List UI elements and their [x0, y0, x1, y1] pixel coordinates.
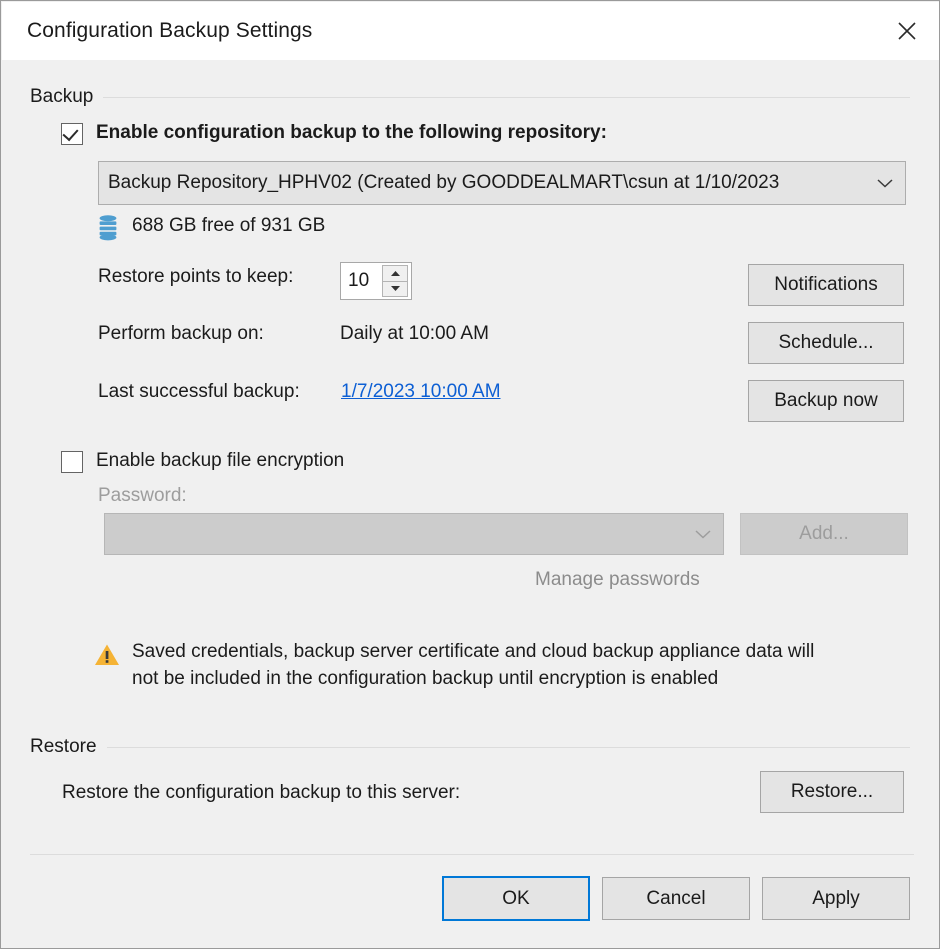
perform-backup-label: Perform backup on:	[98, 323, 264, 344]
stepper-buttons	[382, 265, 408, 297]
add-password-button[interactable]: Add...	[740, 513, 908, 555]
configuration-backup-settings-dialog: Configuration Backup Settings Backup Ena…	[0, 0, 940, 949]
backup-now-button[interactable]: Backup now	[748, 380, 904, 422]
caret-up-icon	[390, 270, 400, 276]
schedule-button[interactable]: Schedule...	[748, 322, 904, 364]
stepper-up-button[interactable]	[382, 265, 408, 282]
repository-capacity-text: 688 GB free of 931 GB	[132, 215, 326, 236]
stepper-down-button[interactable]	[382, 281, 408, 297]
apply-button[interactable]: Apply	[762, 877, 910, 920]
password-label: Password:	[98, 485, 187, 506]
footer-divider	[30, 854, 914, 855]
backup-group-label: Backup	[30, 86, 94, 107]
last-backup-label: Last successful backup:	[98, 381, 300, 402]
enable-backup-label: Enable configuration backup to the follo…	[96, 122, 607, 143]
chevron-down-icon	[865, 177, 905, 189]
repository-combobox-value: Backup Repository_HPHV02 (Created by GOO…	[108, 172, 780, 193]
dialog-body: Backup Enable configuration backup to th…	[2, 60, 939, 948]
perform-backup-value: Daily at 10:00 AM	[340, 323, 489, 344]
close-button[interactable]	[874, 2, 939, 60]
dialog-title: Configuration Backup Settings	[27, 19, 313, 42]
ok-button[interactable]: OK	[442, 876, 590, 921]
enable-backup-checkbox[interactable]	[61, 123, 83, 145]
group-divider	[103, 96, 910, 98]
last-backup-link[interactable]: 1/7/2023 10:00 AM	[341, 381, 501, 403]
enable-encryption-label: Enable backup file encryption	[96, 450, 345, 471]
restore-group-label: Restore	[30, 736, 97, 757]
restore-description: Restore the configuration backup to this…	[62, 782, 461, 803]
backup-group-header: Backup	[30, 86, 910, 108]
manage-passwords-link[interactable]: Manage passwords	[535, 569, 700, 591]
enable-encryption-checkbox[interactable]	[61, 451, 83, 473]
repository-disk-icon	[98, 215, 118, 241]
repository-combobox[interactable]: Backup Repository_HPHV02 (Created by GOO…	[98, 161, 906, 205]
restore-group-header: Restore	[30, 736, 910, 758]
password-combobox[interactable]	[104, 513, 724, 555]
restore-points-label: Restore points to keep:	[98, 266, 294, 287]
restore-points-stepper[interactable]: 10	[340, 262, 412, 300]
group-divider	[106, 746, 910, 748]
restore-button[interactable]: Restore...	[760, 771, 904, 813]
warning-message: Saved credentials, backup server certifi…	[132, 641, 815, 689]
restore-points-value[interactable]: 10	[341, 263, 382, 299]
close-icon	[896, 20, 918, 42]
title-bar: Configuration Backup Settings	[2, 2, 939, 60]
chevron-down-icon	[683, 528, 723, 540]
caret-down-icon	[390, 286, 400, 292]
cancel-button[interactable]: Cancel	[602, 877, 750, 920]
warning-triangle-icon	[94, 643, 120, 667]
notifications-button[interactable]: Notifications	[748, 264, 904, 306]
